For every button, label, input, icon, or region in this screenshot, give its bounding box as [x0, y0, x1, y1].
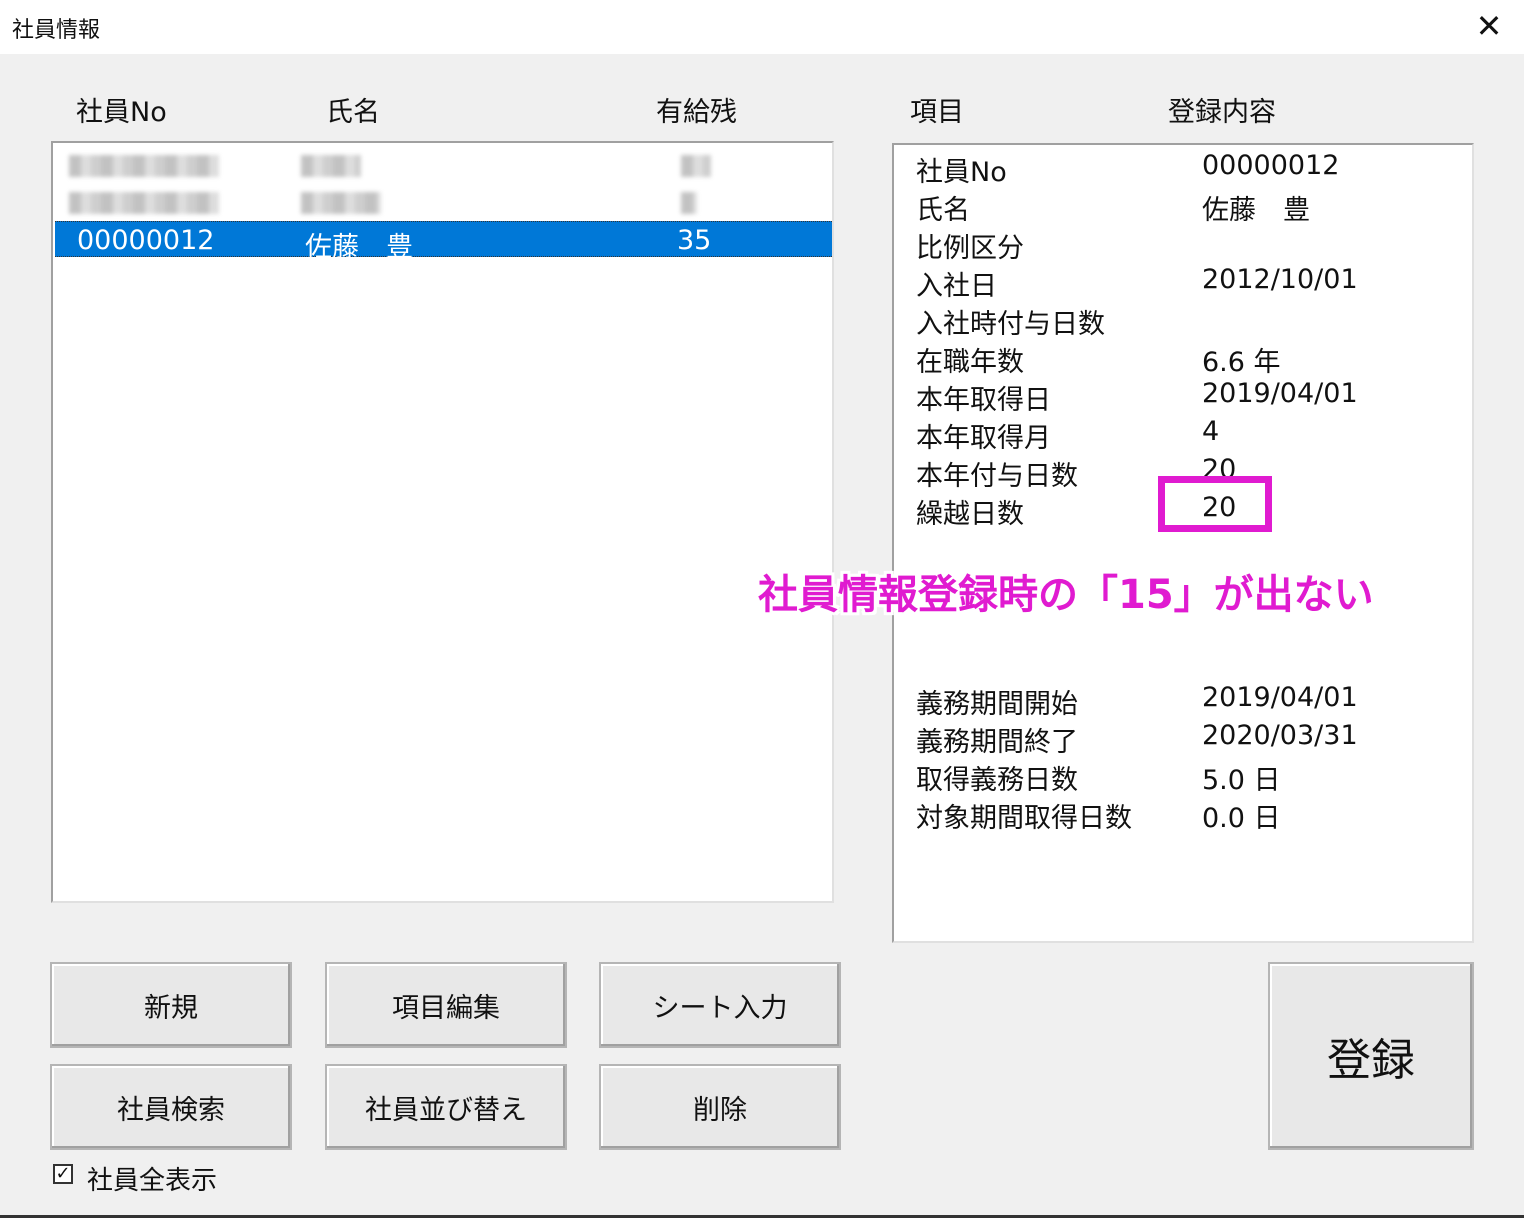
- detail-row: 本年取得月 4: [916, 416, 1472, 454]
- show-all-label: 社員全表示: [87, 1166, 218, 1196]
- table-row[interactable]: [55, 147, 832, 183]
- detail-label: 繰越日数: [916, 499, 1024, 530]
- detail-value: 00000012: [1202, 150, 1340, 181]
- show-all-checkbox[interactable]: ✓: [53, 1164, 73, 1184]
- delete-button[interactable]: 削除: [599, 1064, 841, 1150]
- detail-label: 入社日: [916, 271, 997, 302]
- row-name: 佐藤 豊: [305, 232, 413, 263]
- detail-label: 入社時付与日数: [916, 309, 1105, 340]
- detail-header-item: 項目: [910, 97, 964, 128]
- blurred-no: [69, 155, 219, 177]
- blurred-name: [301, 192, 381, 214]
- detail-value: 5.0 日: [1202, 765, 1281, 796]
- table-row-selected[interactable]: 00000012 佐藤 豊 35: [55, 221, 832, 263]
- detail-row: 義務期間終了 2020/03/31: [916, 720, 1472, 758]
- detail-label: 本年取得月: [916, 423, 1051, 454]
- detail-label: 対象期間取得日数: [916, 803, 1132, 834]
- employee-search-button[interactable]: 社員検索: [50, 1064, 292, 1150]
- highlight-box: [1158, 476, 1272, 532]
- window-title: 社員情報: [12, 18, 101, 43]
- employee-list[interactable]: 00000012 佐藤 豊 35: [51, 141, 834, 903]
- list-header-remaining: 有給残: [656, 97, 737, 128]
- detail-label: 在職年数: [916, 347, 1024, 378]
- detail-header-content: 登録内容: [1168, 97, 1276, 128]
- list-header-no: 社員No: [76, 97, 167, 128]
- detail-row: 入社日 2012/10/01: [916, 264, 1472, 302]
- detail-label: 本年付与日数: [916, 461, 1078, 492]
- employee-sort-button[interactable]: 社員並び替え: [325, 1064, 567, 1150]
- detail-label: 社員No: [916, 157, 1007, 188]
- detail-row: 比例区分: [916, 226, 1472, 264]
- detail-row: 義務期間開始 2019/04/01: [916, 682, 1472, 720]
- blurred-no: [69, 192, 219, 214]
- annotation-text: 社員情報登録時の「15」が出ない: [758, 572, 1374, 618]
- table-row[interactable]: [55, 184, 832, 220]
- detail-value: 佐藤 豊: [1202, 195, 1310, 226]
- sheet-input-button[interactable]: シート入力: [599, 962, 841, 1048]
- new-button[interactable]: 新規: [50, 962, 292, 1048]
- detail-value: 2019/04/01: [1202, 378, 1358, 409]
- detail-label: 取得義務日数: [916, 765, 1078, 796]
- detail-row: 在職年数 6.6 年: [916, 340, 1472, 378]
- title-bar: 社員情報 ✕: [0, 0, 1524, 54]
- blurred-remaining: [681, 155, 711, 177]
- row-no: 00000012: [77, 225, 215, 256]
- detail-label: 氏名: [916, 195, 970, 226]
- edit-items-button[interactable]: 項目編集: [325, 962, 567, 1048]
- detail-label: 義務期間開始: [916, 689, 1078, 720]
- detail-row: 取得義務日数 5.0 日: [916, 758, 1472, 796]
- detail-label: 本年取得日: [916, 385, 1051, 416]
- detail-row: 対象期間取得日数 0.0 日: [916, 796, 1472, 834]
- detail-row: 氏名 佐藤 豊: [916, 188, 1472, 226]
- detail-row: 本年取得日 2019/04/01: [916, 378, 1472, 416]
- detail-row: 社員No 00000012: [916, 150, 1472, 188]
- detail-value: 2012/10/01: [1202, 264, 1358, 295]
- detail-label: 義務期間終了: [916, 727, 1078, 758]
- detail-label: 比例区分: [916, 233, 1024, 264]
- register-button[interactable]: 登録: [1268, 962, 1474, 1150]
- list-header-name: 氏名: [326, 97, 380, 128]
- detail-list[interactable]: 社員No 00000012 氏名 佐藤 豊 比例区分 入社日 2012/10/01 入…: [892, 143, 1474, 943]
- blurred-name: [301, 155, 361, 177]
- row-remaining: 35: [677, 225, 712, 256]
- detail-row: 入社時付与日数: [916, 302, 1472, 340]
- blurred-remaining: [681, 192, 697, 214]
- detail-value: 2019/04/01: [1202, 682, 1358, 713]
- detail-value: 2020/03/31: [1202, 720, 1358, 751]
- detail-value: 0.0 日: [1202, 803, 1281, 834]
- detail-value: 4: [1202, 416, 1220, 447]
- close-icon[interactable]: ✕: [1466, 4, 1512, 48]
- detail-value: 6.6 年: [1202, 347, 1281, 378]
